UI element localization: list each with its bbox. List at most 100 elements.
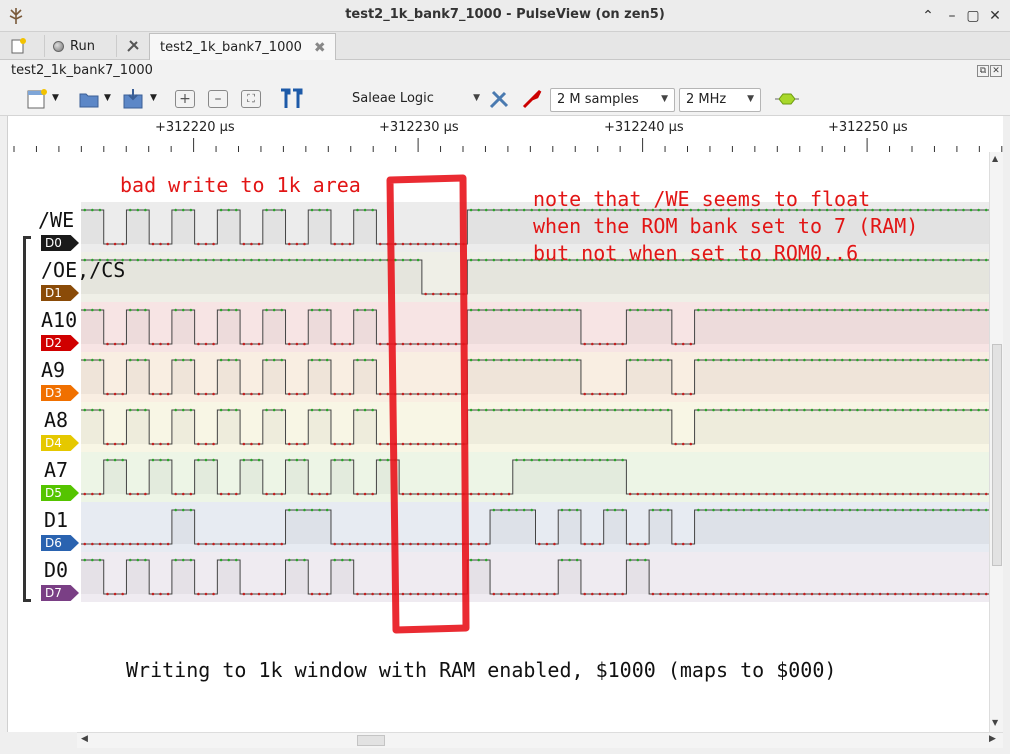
sample-dot [848, 358, 852, 362]
sample-dot [371, 542, 374, 546]
sample-dot [636, 308, 640, 312]
sample-dot [939, 508, 943, 512]
sample-dot [416, 242, 420, 246]
sample-dot [121, 442, 124, 446]
sample-dot [924, 408, 927, 412]
bad-write-annotation: bad write to 1k area [120, 173, 361, 197]
sample-dot [537, 592, 541, 596]
scroll-left-icon[interactable]: ◀ [81, 734, 88, 744]
sample-dot [363, 208, 367, 212]
sample-dot [894, 408, 897, 412]
sample-dot [856, 592, 859, 596]
tab-session[interactable]: test2_1k_bank7_1000 ✖ [149, 33, 336, 61]
open-file-icon[interactable] [78, 88, 102, 110]
float-view-button[interactable]: ⧉ [977, 65, 989, 77]
cursor-icon[interactable] [279, 88, 303, 110]
scroll-up-icon[interactable]: ▲ [992, 154, 998, 163]
sample-dot [416, 542, 420, 546]
chevron-down-icon[interactable]: ▼ [104, 93, 111, 115]
sample-dot [204, 592, 208, 596]
sample-dot [144, 258, 147, 262]
horizontal-scroll-thumb[interactable] [357, 735, 385, 746]
sample-dot [265, 258, 268, 262]
sample-dot [591, 542, 594, 546]
sample-dot [674, 392, 677, 396]
sample-dot [371, 258, 374, 262]
sample-dot [924, 492, 927, 496]
sample-dot [916, 358, 920, 362]
sample-dot [394, 392, 397, 396]
sample-dot [159, 442, 162, 446]
sample-dot [939, 308, 943, 312]
sample-dot [969, 592, 973, 596]
chevron-down-icon[interactable]: ▼ [52, 93, 59, 115]
chevron-up-icon[interactable]: ⌃ [918, 6, 938, 26]
vertical-scroll-thumb[interactable] [992, 344, 1002, 566]
sample-dot [136, 542, 140, 546]
add-decoder-icon[interactable] [774, 88, 800, 110]
sample-dot [795, 308, 799, 312]
probe-icon[interactable] [520, 88, 544, 110]
sample-dot [128, 492, 132, 496]
zoom-out-button[interactable]: – [208, 90, 228, 108]
sample-dot [553, 458, 556, 462]
zoom-fit-button[interactable]: ⛶ [241, 90, 261, 108]
sample-dot [394, 242, 397, 246]
new-session-button[interactable] [10, 35, 26, 57]
channel-label: A10 [41, 308, 78, 332]
sample-dot [606, 508, 609, 512]
sample-dot [704, 492, 708, 496]
sample-dot [462, 442, 465, 446]
chevron-down-icon[interactable]: ▼ [150, 93, 157, 115]
sample-dot [818, 492, 821, 496]
sample-dot [484, 358, 488, 362]
close-icon[interactable]: ✖ [314, 40, 326, 56]
trace-viewport[interactable]: /WE D0 /OE,/CS D1 A10 D2 A9 D3 A8 D4 A7 … [7, 152, 989, 732]
sample-dot [848, 592, 852, 596]
device-config-icon[interactable] [488, 88, 512, 110]
sample-dot [954, 308, 958, 312]
sample-dot [757, 308, 761, 312]
horizontal-scrollbar[interactable]: ◀ ▶ [77, 732, 1003, 748]
save-file-icon[interactable] [121, 88, 147, 110]
sample-dot [212, 542, 215, 546]
sample-dot [265, 492, 268, 496]
sample-dot [969, 492, 973, 496]
scroll-right-icon[interactable]: ▶ [989, 734, 996, 744]
sample-dot [439, 392, 443, 396]
run-button[interactable]: Run [44, 35, 95, 57]
sample-dot [189, 408, 193, 412]
sample-count-select[interactable]: 2 M samples ▼ [550, 88, 675, 112]
vertical-scrollbar[interactable]: ▲ ▼ [989, 152, 1003, 732]
minimize-button[interactable]: – [942, 6, 962, 26]
sample-dot [98, 308, 102, 312]
sample-dot [530, 308, 534, 312]
time-ruler[interactable]: +312220 µs +312230 µs +312240 µs +312250… [7, 116, 1003, 152]
sample-rate-select[interactable]: 2 MHz ▼ [679, 88, 761, 112]
sample-dot [500, 308, 503, 312]
sample-dot [166, 242, 170, 246]
sample-dot [947, 208, 950, 212]
settings-button[interactable] [116, 35, 141, 57]
sample-dot [628, 492, 632, 496]
sample-dot [984, 258, 988, 262]
caption-annotation: Writing to 1k window with RAM enabled, $… [126, 658, 837, 682]
sample-dot [719, 358, 723, 362]
sample-dot [288, 558, 291, 562]
sample-dot [257, 392, 261, 396]
sample-dot [431, 442, 435, 446]
sample-dot [227, 308, 231, 312]
sample-dot [962, 508, 965, 512]
device-select[interactable]: Saleae Logic ▼ [342, 88, 484, 112]
sample-dot [742, 308, 746, 312]
sample-dot [128, 358, 132, 362]
tools-icon [127, 40, 139, 52]
close-view-button[interactable]: ✕ [990, 65, 1002, 77]
maximize-button[interactable]: ▢ [963, 6, 983, 26]
close-window-button[interactable]: ✕ [985, 6, 1005, 26]
scroll-down-icon[interactable]: ▼ [992, 718, 998, 727]
sample-dot [651, 308, 655, 312]
new-view-icon[interactable] [26, 88, 50, 110]
zoom-in-button[interactable]: + [175, 90, 195, 108]
sample-dot [984, 208, 988, 212]
